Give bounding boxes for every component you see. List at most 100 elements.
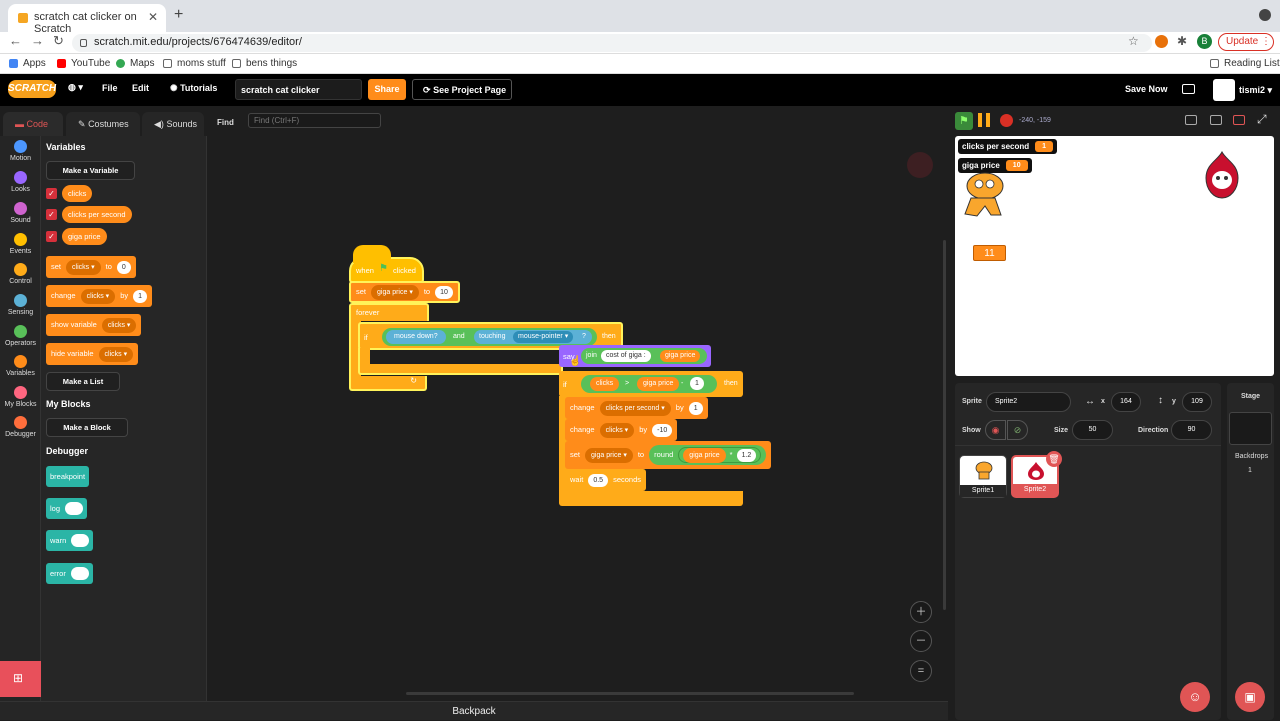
palette-set-block[interactable]: set clicks ▾ to 0: [46, 256, 136, 278]
edit-menu[interactable]: Edit: [132, 83, 149, 93]
category-my-blocks[interactable]: My Blocks: [0, 386, 41, 408]
palette-change-block[interactable]: change clicks ▾ by 1: [46, 285, 153, 307]
show-visible-eye-icon[interactable]: ◉: [985, 420, 1006, 440]
pause-button[interactable]: [978, 113, 992, 127]
forward-icon[interactable]: →: [31, 33, 44, 48]
bookmark-moms-stuff[interactable]: moms stuff: [163, 58, 226, 69]
wait-block[interactable]: wait 0.5 seconds: [565, 469, 647, 491]
profile-avatar[interactable]: B: [1197, 34, 1212, 49]
category-operators[interactable]: Operators: [0, 325, 41, 347]
monitor-clicks-per-second[interactable]: clicks per second 1: [958, 139, 1058, 154]
category-debugger[interactable]: Debugger: [0, 416, 41, 438]
set-giga-price-block[interactable]: set giga price ▾ to 10: [349, 281, 460, 303]
var-dropdown[interactable]: clicks ▾: [599, 422, 635, 438]
scratch-cat-sprite[interactable]: [957, 170, 1013, 220]
tab-costumes[interactable]: ✎ Costumes: [66, 112, 140, 136]
number-input[interactable]: 0: [116, 260, 131, 274]
var-reporter-clicks-per-second[interactable]: clicks per second: [62, 206, 132, 223]
warn-block[interactable]: warn: [46, 530, 94, 551]
number-input[interactable]: 0.5: [588, 473, 609, 487]
backpack[interactable]: Backpack: [0, 701, 948, 720]
project-title-input[interactable]: scratch cat clicker: [235, 79, 362, 100]
var-checkbox[interactable]: ✓: [46, 188, 57, 199]
user-avatar[interactable]: [1213, 79, 1235, 101]
my-stuff-folder-icon[interactable]: [1182, 84, 1195, 94]
direction-input[interactable]: 90: [1171, 420, 1212, 440]
set-giga-price-round-block[interactable]: set giga price ▾ to round giga price * 1.2: [565, 441, 772, 469]
find-input[interactable]: Find (Ctrl+F): [248, 113, 381, 128]
stop-button[interactable]: [1000, 114, 1013, 127]
stage-thumbnail[interactable]: [1229, 412, 1272, 445]
bookmark-bens-things[interactable]: bens things: [232, 58, 297, 69]
category-sound[interactable]: Sound: [0, 202, 41, 224]
number-input[interactable]: -10: [652, 423, 673, 437]
back-icon[interactable]: ←: [9, 33, 22, 48]
hide-eye-icon[interactable]: ⊘: [1007, 420, 1028, 440]
make-variable-button[interactable]: Make a Variable: [46, 161, 135, 180]
make-list-button[interactable]: Make a List: [46, 372, 120, 391]
zoom-in-button[interactable]: ＋: [910, 601, 932, 623]
new-tab-icon[interactable]: +: [174, 6, 183, 24]
var-dropdown[interactable]: clicks per second ▾: [599, 400, 671, 416]
y-position-input[interactable]: 109: [1182, 392, 1212, 412]
category-sensing[interactable]: Sensing: [0, 294, 41, 316]
sprite-name-input[interactable]: Sprite2: [986, 392, 1071, 412]
red-character-sprite[interactable]: [1198, 150, 1246, 202]
reading-list[interactable]: Reading List: [1210, 58, 1280, 69]
var-checkbox[interactable]: ✓: [46, 209, 57, 220]
share-button[interactable]: Share: [368, 79, 406, 100]
file-menu[interactable]: File: [102, 83, 118, 93]
add-extension-button[interactable]: ⊞: [0, 661, 41, 697]
breakpoint-block[interactable]: breakpoint: [46, 466, 90, 487]
change-clicks-block[interactable]: change clicks ▾ by -10: [565, 419, 678, 441]
var-reporter[interactable]: clicks: [590, 377, 620, 391]
var-reporter[interactable]: giga price: [683, 447, 726, 463]
browser-tab[interactable]: scratch cat clicker on Scratch ✕: [8, 4, 166, 35]
small-stage-icon[interactable]: [1210, 115, 1222, 125]
bookmark-youtube[interactable]: YouTube: [57, 58, 110, 69]
log-block[interactable]: log: [46, 498, 88, 519]
scratch-logo[interactable]: SCRATCH: [8, 80, 56, 98]
var-dropdown[interactable]: giga price ▾: [585, 447, 633, 463]
url-input[interactable]: scratch.mit.edu/projects/676474639/edito…: [72, 34, 1152, 52]
var-reporter[interactable]: giga price: [637, 377, 680, 391]
category-motion[interactable]: Motion: [0, 140, 41, 162]
account-menu[interactable]: tismi2 ▾: [1239, 85, 1272, 96]
touching-dropdown[interactable]: mouse-pointer ▾: [513, 331, 574, 343]
add-sprite-button[interactable]: ☺: [1180, 682, 1210, 712]
workspace-vertical-scrollbar[interactable]: [943, 240, 946, 610]
zoom-reset-button[interactable]: =: [910, 660, 932, 682]
category-variables[interactable]: Variables: [0, 355, 41, 377]
var-reporter[interactable]: giga price: [660, 350, 701, 362]
fullscreen-icon[interactable]: ⤢: [1257, 112, 1267, 127]
multiply-operator[interactable]: giga price * 1.2: [678, 447, 762, 463]
number-input[interactable]: 1: [688, 401, 703, 415]
bookmark-maps[interactable]: Maps: [116, 58, 154, 69]
large-stage-icon[interactable]: [1233, 115, 1245, 125]
x-position-input[interactable]: 164: [1111, 392, 1141, 412]
var-reporter-clicks[interactable]: clicks: [62, 185, 93, 202]
bookmark-apps[interactable]: Apps: [9, 58, 46, 69]
error-block[interactable]: error: [46, 563, 93, 584]
add-backdrop-button[interactable]: ▣: [1235, 682, 1265, 712]
palette-hide-variable-block[interactable]: hide variable clicks ▾: [46, 343, 139, 365]
number-input[interactable]: 1: [690, 377, 704, 390]
extension-icon[interactable]: [1155, 35, 1168, 48]
make-block-button[interactable]: Make a Block: [46, 418, 128, 437]
change-clicks-per-second-block[interactable]: change clicks per second ▾ by 1: [565, 397, 708, 419]
delete-sprite-icon[interactable]: 🗑: [1046, 451, 1062, 467]
language-globe-icon[interactable]: ◍ ▾: [68, 82, 83, 93]
update-button[interactable]: Update ⋮: [1218, 33, 1274, 51]
green-flag-button[interactable]: ⚑: [955, 112, 973, 130]
mouse-down-sensing[interactable]: mouse down?: [386, 330, 446, 344]
var-dropdown[interactable]: clicks ▾: [66, 259, 101, 275]
var-dropdown[interactable]: clicks ▾: [80, 288, 116, 304]
say-block[interactable]: say join cost of giga : giga price: [559, 345, 711, 367]
see-project-page-button[interactable]: ⟳ See Project Page: [412, 79, 512, 100]
round-operator[interactable]: round giga price * 1.2: [649, 445, 767, 465]
text-input[interactable]: [70, 567, 89, 580]
if-clicks-greater-block[interactable]: if clicks > giga price - 1 then: [559, 371, 743, 397]
close-tab-icon[interactable]: ✕: [148, 10, 158, 24]
category-looks[interactable]: Looks: [0, 171, 41, 193]
sprite-thumbnail-sprite1[interactable]: Sprite1: [959, 455, 1007, 498]
